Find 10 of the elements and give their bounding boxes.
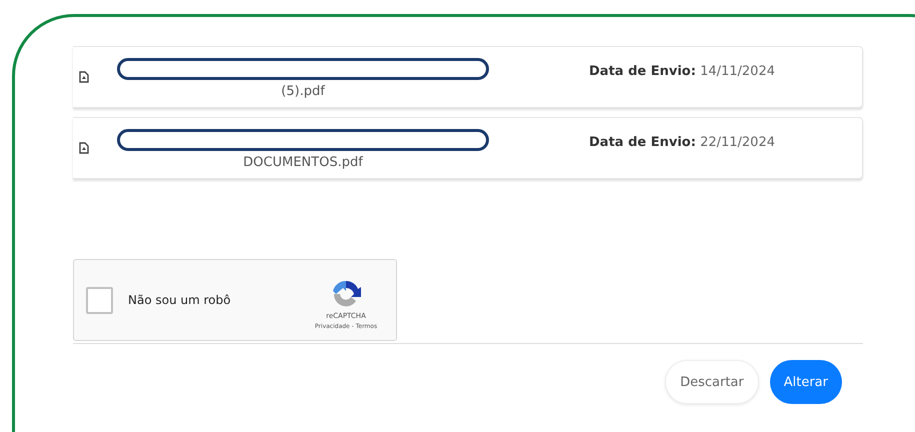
document-icon	[79, 71, 89, 83]
document-icon	[79, 142, 89, 154]
alter-button[interactable]: Alterar	[770, 360, 842, 404]
discard-button[interactable]: Descartar	[665, 360, 759, 404]
send-date: Data de Envio: 22/11/2024	[588, 134, 776, 150]
file-name: DOCUMENTOS.pdf	[243, 154, 363, 170]
captcha-label: Não sou um robô	[128, 293, 232, 307]
send-date: Data de Envio: 14/11/2024	[588, 64, 776, 78]
captcha-checkbox[interactable]	[86, 286, 113, 314]
file-name: (5).pdf	[281, 84, 325, 98]
